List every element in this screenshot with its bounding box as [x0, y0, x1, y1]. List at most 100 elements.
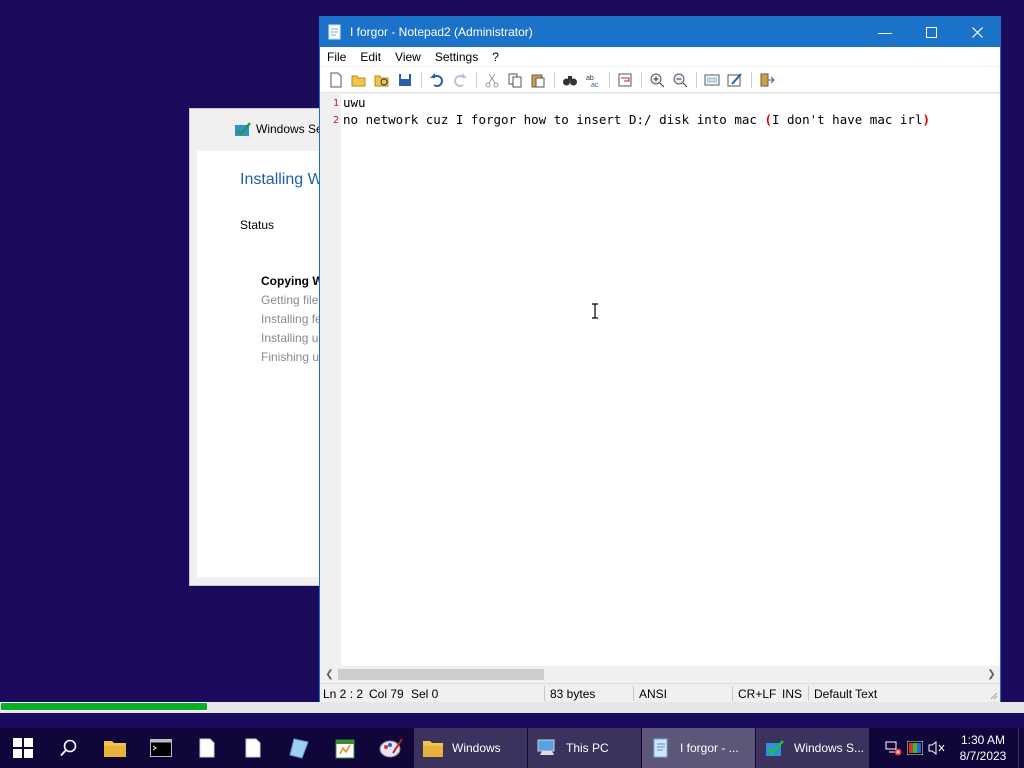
svg-text:ac: ac [591, 82, 599, 88]
status-line-endings[interactable]: CR+LF [738, 687, 776, 701]
notepad-title-bar[interactable]: I forgor - Notepad2 (Administrator) — [320, 17, 1000, 47]
paste-button[interactable] [528, 70, 548, 90]
text-line: uwu [343, 95, 366, 110]
notepad-icon [328, 24, 341, 40]
save-button[interactable] [395, 70, 415, 90]
taskbar-task-setup[interactable]: Windows S... [756, 728, 869, 768]
scheme-config-button[interactable] [725, 70, 745, 90]
setup-step-getting-files: Getting file [261, 293, 319, 307]
browse-button[interactable] [372, 70, 392, 90]
progress-fill [0, 702, 208, 711]
search-icon [60, 739, 77, 757]
pinned-command-prompt[interactable] [138, 728, 184, 768]
resize-grip-icon[interactable] [988, 690, 998, 700]
open-button[interactable] [349, 70, 369, 90]
pinned-document-2[interactable] [230, 728, 276, 768]
horizontal-scrollbar[interactable]: ❮ ❯ [321, 666, 1000, 683]
save-icon [399, 73, 411, 86]
find-button[interactable] [560, 70, 580, 90]
tray-display-button[interactable] [904, 728, 926, 768]
status-insert-mode: INS [782, 687, 803, 701]
setup-title-bar[interactable]: Windows Se [190, 109, 328, 149]
close-button[interactable] [954, 17, 1000, 47]
scheme-icon [704, 74, 720, 85]
taskbar: Windows This PC I forgor - ... Windows S… [0, 728, 1024, 768]
line-text: no network cuz I forgor how to insert D:… [343, 112, 765, 127]
system-clock[interactable]: 1:30 AM 8/7/2023 [948, 732, 1018, 764]
zoom-out-button[interactable] [670, 70, 690, 90]
setup-icon [766, 740, 784, 756]
line-number: 2 [332, 115, 339, 126]
toolbar-separator [641, 71, 642, 88]
setup-step-installing-updates: Installing u [261, 331, 319, 345]
setup-content: Installing W Status Copying W Getting fi… [197, 151, 328, 577]
text-editor[interactable]: 1 2 uwu no network cuz I forgor how to i… [321, 94, 1000, 666]
task-label: I forgor - ... [680, 741, 739, 755]
start-button[interactable] [0, 728, 46, 768]
menu-file[interactable]: File [320, 50, 353, 64]
redo-button[interactable] [450, 70, 470, 90]
minimize-icon: — [878, 24, 892, 40]
cut-button[interactable] [482, 70, 502, 90]
setup-icon [235, 122, 251, 136]
show-desktop-button[interactable] [1018, 728, 1024, 768]
paste-icon [531, 74, 545, 87]
text-line: no network cuz I forgor how to insert D:… [343, 112, 930, 127]
minimize-button[interactable]: — [862, 17, 908, 47]
status-file-size: 83 bytes [550, 687, 596, 701]
wordwrap-button[interactable] [615, 70, 635, 90]
cut-icon [485, 73, 499, 87]
replace-button[interactable]: ab ac [583, 70, 603, 90]
notepad-icon [289, 738, 309, 759]
scroll-right-button[interactable]: ❯ [983, 666, 1000, 683]
window-title: I forgor - Notepad2 (Administrator) [350, 25, 533, 39]
pinned-file-explorer[interactable] [92, 728, 138, 768]
volume-muted-icon [928, 741, 945, 755]
menu-settings[interactable]: Settings [428, 50, 485, 64]
zoom-in-button[interactable] [647, 70, 667, 90]
copy-button[interactable] [505, 70, 525, 90]
pinned-document-1[interactable] [184, 728, 230, 768]
menu-help[interactable]: ? [485, 50, 506, 64]
status-encoding[interactable]: ANSI [639, 687, 667, 701]
pinned-notepad[interactable] [276, 728, 322, 768]
system-tray: 1:30 AM 8/7/2023 [882, 728, 1024, 768]
new-button[interactable] [326, 70, 346, 90]
pinned-editor[interactable] [322, 728, 368, 768]
toolbar-separator [421, 71, 422, 88]
status-bar: Ln 2 : 2 Col 79 Sel 0 83 bytes ANSI CR+L… [321, 683, 1000, 703]
menu-view[interactable]: View [388, 50, 428, 64]
document-icon [245, 738, 261, 758]
status-divider [732, 686, 733, 701]
tray-volume-button[interactable] [926, 728, 948, 768]
scrollbar-thumb[interactable] [338, 669, 544, 680]
taskbar-task-explorer[interactable]: Windows [414, 728, 527, 768]
binoculars-icon [563, 75, 577, 85]
windows-setup-window[interactable]: Windows Se Installing W Status Copying W… [189, 108, 329, 586]
status-line: Ln 2 : 2 [323, 687, 364, 701]
menu-edit[interactable]: Edit [353, 50, 388, 64]
maximize-button[interactable] [908, 17, 954, 47]
line-text: I don't have mac irl [771, 112, 923, 127]
chevron-right-icon: ❯ [987, 669, 996, 680]
scheme-button[interactable] [702, 70, 722, 90]
undo-button[interactable] [427, 70, 447, 90]
scroll-left-button[interactable]: ❮ [321, 666, 338, 683]
status-divider [544, 686, 545, 701]
notepad2-window[interactable]: I forgor - Notepad2 (Administrator) — Fi… [319, 16, 1001, 704]
browse-icon [374, 75, 389, 86]
clock-time: 1:30 AM [960, 733, 1006, 747]
copy-icon [508, 73, 522, 87]
taskbar-task-this-pc[interactable]: This PC [528, 728, 641, 768]
exit-button[interactable] [757, 70, 777, 90]
clock-date: 8/7/2023 [959, 749, 1007, 763]
taskbar-task-notepad[interactable]: I forgor - ... [642, 728, 755, 768]
toolbar-separator [751, 71, 752, 88]
status-scheme[interactable]: Default Text [814, 687, 877, 701]
task-label: Windows [452, 741, 501, 755]
zoom-in-icon [650, 73, 665, 87]
brace-highlight: ( [764, 112, 772, 127]
pinned-paint[interactable] [368, 728, 414, 768]
search-button[interactable] [46, 728, 92, 768]
tray-network-button[interactable] [882, 728, 904, 768]
